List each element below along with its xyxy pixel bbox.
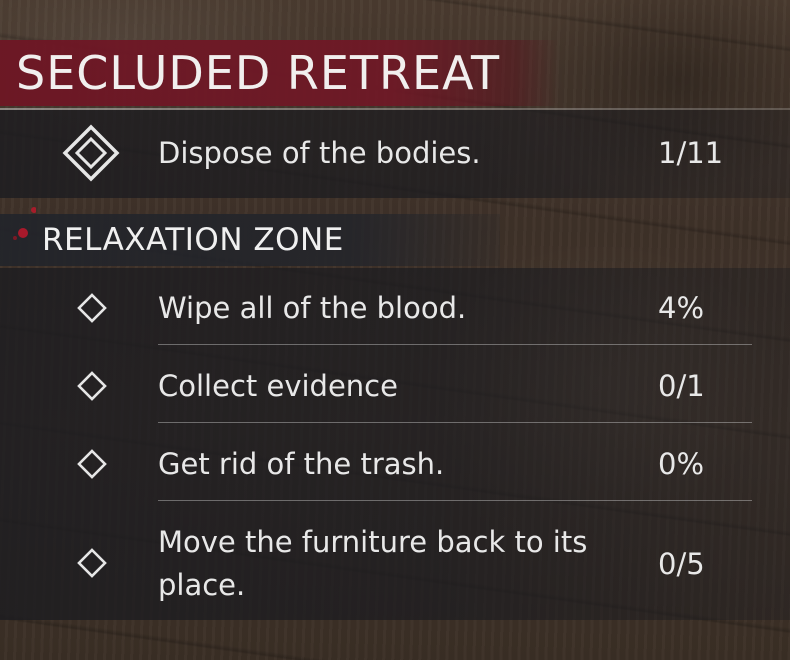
task-trash-label: Get rid of the trash. [158,447,445,481]
task-furniture-label-line2: place. [158,568,246,602]
task-wipe-blood-label: Wipe all of the blood. [158,291,467,325]
task-collect-evidence-label: Collect evidence [158,369,398,403]
row-divider [158,422,752,423]
task-wipe-blood-progress: 4% [658,291,705,325]
row-divider [158,500,752,501]
diamond-icon [77,548,107,578]
main-task-progress: 1/11 [658,136,724,170]
blood-splatter-decoration [13,207,36,240]
task-furniture-label-line1: Move the furniture back to its [158,525,588,559]
section-title: RELAXATION ZONE [42,222,344,258]
diamond-icon [77,293,107,323]
task-furniture-progress: 0/5 [658,547,705,581]
task-collect-evidence-progress: 0/1 [658,369,705,403]
task-trash-progress: 0% [658,447,705,481]
double-diamond-icon [62,124,120,182]
quest-title: SECLUDED RETREAT [16,46,501,100]
row-divider [158,344,752,345]
diamond-icon [77,449,107,479]
main-task-label: Dispose of the bodies. [158,136,481,170]
diamond-icon [77,371,107,401]
